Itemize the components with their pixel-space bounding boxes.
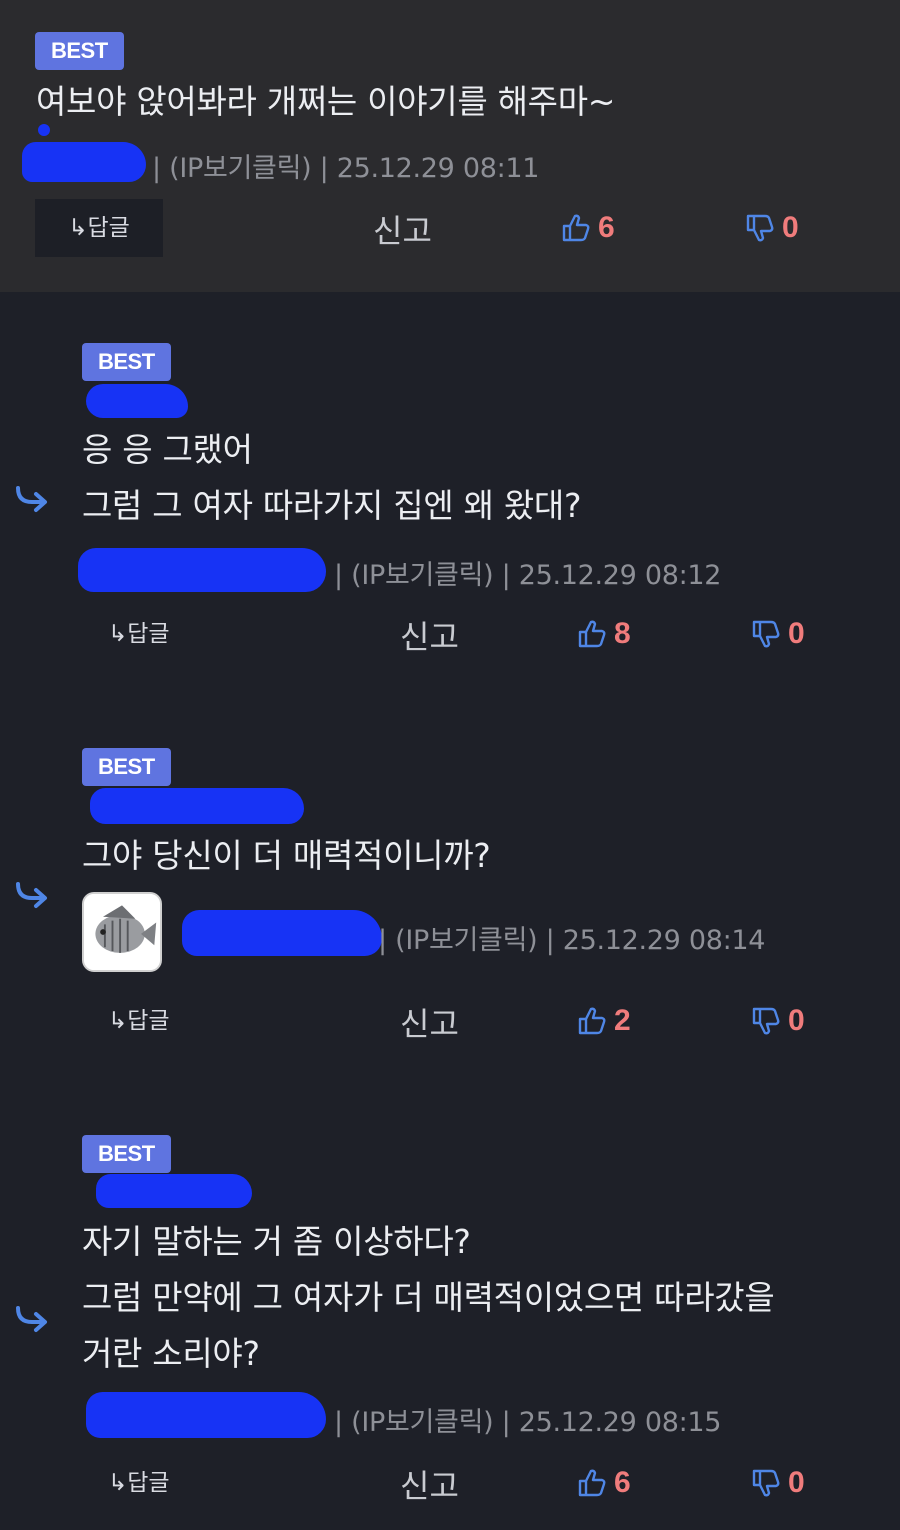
dislike-button[interactable]: 0 (750, 1466, 805, 1500)
comment-text-line: 응 응 그랬어 (82, 430, 253, 469)
redacted-dot (38, 124, 50, 136)
comment-meta: | (IP보기클릭) | 25.12.29 08:14 (378, 925, 766, 956)
thumbs-down-icon (752, 1007, 780, 1035)
like-count: 2 (614, 1004, 631, 1037)
comment-meta: | (IP보기클릭) | 25.12.29 08:12 (334, 560, 722, 591)
comment-meta: | (IP보기클릭) | 25.12.29 08:11 (152, 153, 540, 184)
redacted-username (86, 1392, 326, 1438)
like-count: 6 (614, 1466, 631, 1499)
thumbs-up-icon (578, 620, 606, 648)
reply-button[interactable]: ↳답글 (108, 605, 170, 663)
best-badge: BEST (82, 748, 171, 786)
best-badge: BEST (82, 1135, 171, 1173)
redacted-username (86, 384, 188, 418)
report-button[interactable]: 신고 (400, 612, 459, 658)
comment-meta: | (IP보기클릭) | 25.12.29 08:15 (334, 1407, 722, 1438)
report-button[interactable]: 신고 (400, 1461, 459, 1507)
redacted-username (96, 1174, 252, 1208)
comment-text-line: 그야 당신이 더 매력적이니까? (82, 836, 491, 875)
like-button[interactable]: 6 (576, 1466, 631, 1500)
redacted-username (78, 548, 326, 592)
dislike-count: 0 (782, 211, 799, 244)
reply-arrow-icon (16, 486, 47, 512)
like-count: 6 (598, 211, 615, 244)
like-count: 8 (614, 617, 631, 650)
redacted-username (182, 910, 382, 956)
best-badge: BEST (82, 343, 171, 381)
dislike-count: 0 (788, 617, 805, 650)
redacted-username (90, 788, 304, 824)
comment-2: BEST 응 응 그랬어 그럼 그 여자 따라가지 집엔 왜 왔대? | (IP… (0, 292, 900, 692)
reply-button[interactable]: ↳답글 (108, 1454, 170, 1512)
comment-3: BEST 그야 당신이 더 매력적이니까? | (IP보기클릭) | 25.12… (0, 692, 900, 1084)
comment-4: BEST 자기 말하는 거 좀 이상하다? 그럼 만약에 그 여자가 더 매력적… (0, 1084, 900, 1530)
dislike-count: 0 (788, 1004, 805, 1037)
reply-arrow-icon (16, 882, 47, 908)
reply-button[interactable]: ↳답글 (108, 992, 170, 1050)
report-button[interactable]: 신고 (373, 206, 432, 252)
fish-avatar (82, 892, 162, 972)
like-button[interactable]: 6 (560, 211, 615, 245)
thumbs-down-icon (752, 1469, 780, 1497)
best-badge: BEST (35, 32, 124, 70)
reply-arrow-icon (16, 1306, 47, 1332)
comment-text-line: 자기 말하는 거 좀 이상하다? (82, 1222, 471, 1261)
redacted-username (22, 142, 146, 182)
fish-icon (84, 894, 160, 970)
report-button[interactable]: 신고 (400, 999, 459, 1045)
comment-text-line: 여보야 앉어봐라 개쩌는 이야기를 해주마~ (36, 82, 616, 121)
dislike-count: 0 (788, 1466, 805, 1499)
thumbs-down-icon (752, 620, 780, 648)
dislike-button[interactable]: 0 (744, 211, 799, 245)
like-button[interactable]: 2 (576, 1004, 631, 1038)
dislike-button[interactable]: 0 (750, 617, 805, 651)
dislike-button[interactable]: 0 (750, 1004, 805, 1038)
thumbs-down-icon (746, 214, 774, 242)
like-button[interactable]: 8 (576, 617, 631, 651)
comment-1: BEST 여보야 앉어봐라 개쩌는 이야기를 해주마~ | (IP보기클릭) |… (0, 0, 900, 292)
thumbs-up-icon (562, 214, 590, 242)
comment-text-line: 그럼 그 여자 따라가지 집엔 왜 왔대? (82, 486, 582, 525)
reply-button[interactable]: ↳답글 (35, 199, 163, 257)
thumbs-up-icon (578, 1007, 606, 1035)
comment-text-line: 거란 소리야? (82, 1334, 260, 1373)
thumbs-up-icon (578, 1469, 606, 1497)
comment-text-line: 그럼 만약에 그 여자가 더 매력적이었으면 따라갔을 (82, 1278, 775, 1317)
